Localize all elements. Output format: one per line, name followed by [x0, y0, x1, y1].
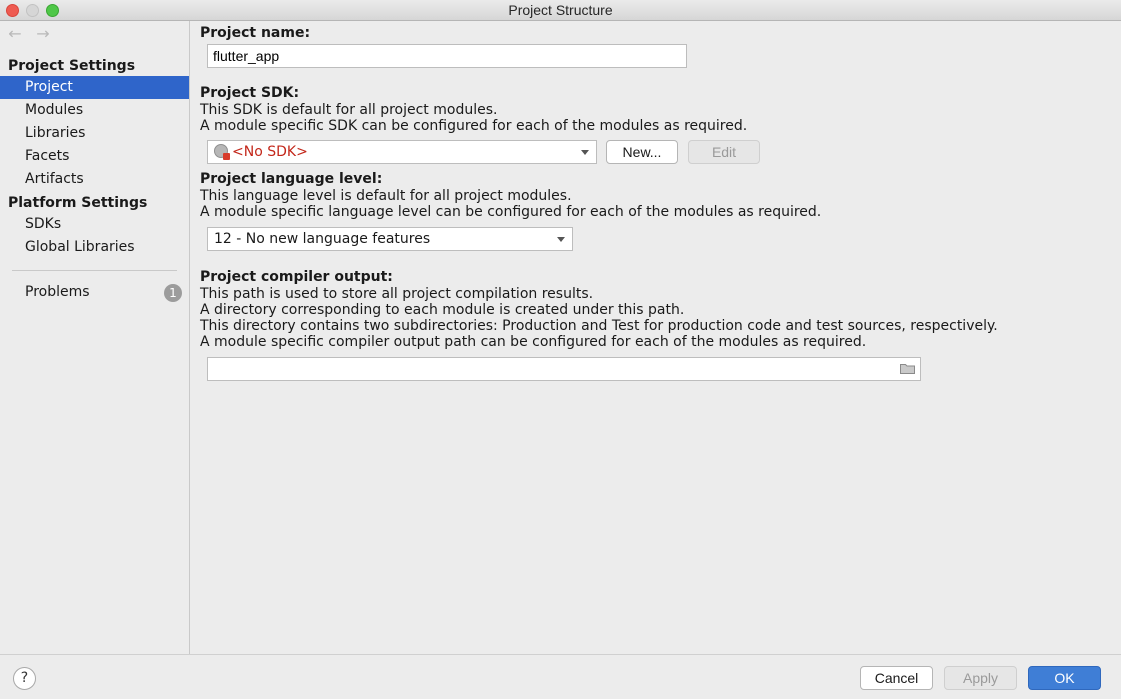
problems-count-badge: 1	[164, 284, 182, 302]
dialog-footer: ? Cancel Apply OK	[0, 654, 1121, 699]
compiler-output-desc-2: A directory corresponding to each module…	[200, 302, 685, 318]
project-sdk-select[interactable]: <No SDK>	[207, 140, 597, 164]
help-button[interactable]: ?	[13, 667, 36, 690]
sidebar-item-facets[interactable]: Facets	[0, 145, 189, 168]
ok-button[interactable]: OK	[1028, 666, 1101, 690]
folder-icon[interactable]	[900, 363, 915, 374]
sdk-missing-icon	[214, 144, 230, 160]
chevron-down-icon	[581, 150, 589, 155]
language-level-desc-2: A module specific language level can be …	[200, 204, 822, 220]
apply-button[interactable]: Apply	[944, 666, 1017, 690]
project-sdk-label: Project SDK:	[200, 85, 300, 101]
project-name-label: Project name:	[200, 25, 311, 41]
new-sdk-button[interactable]: New...	[606, 140, 678, 164]
project-sdk-selected: <No SDK>	[232, 144, 308, 160]
edit-sdk-button[interactable]: Edit	[688, 140, 760, 164]
sidebar-item-artifacts[interactable]: Artifacts	[0, 168, 189, 191]
compiler-output-desc-3: This directory contains two subdirectori…	[200, 318, 998, 334]
sidebar-item-modules[interactable]: Modules	[0, 99, 189, 122]
compiler-output-desc-4: A module specific compiler output path c…	[200, 334, 867, 350]
language-level-label: Project language level:	[200, 171, 383, 187]
window-title: Project Structure	[508, 2, 613, 18]
language-level-selected: 12 - No new language features	[214, 231, 431, 247]
project-name-input[interactable]	[207, 44, 687, 68]
sidebar-divider	[12, 270, 177, 271]
language-level-desc-1: This language level is default for all p…	[200, 188, 572, 204]
sidebar-item-global-libraries[interactable]: Global Libraries	[0, 236, 189, 259]
cancel-button[interactable]: Cancel	[860, 666, 933, 690]
language-level-select[interactable]: 12 - No new language features	[207, 227, 573, 251]
compiler-output-desc-1: This path is used to store all project c…	[200, 286, 594, 302]
project-sdk-desc-2: A module specific SDK can be configured …	[200, 118, 748, 134]
project-sdk-desc-1: This SDK is default for all project modu…	[200, 102, 498, 118]
platform-settings-header: Platform Settings	[8, 195, 148, 211]
chevron-down-icon	[557, 237, 565, 242]
project-settings-header: Project Settings	[8, 58, 136, 74]
sidebar: ← → Project Settings Project Modules Libr…	[0, 21, 190, 654]
sidebar-item-sdks[interactable]: SDKs	[0, 213, 189, 236]
main-panel: Project name: Project SDK: This SDK is d…	[191, 21, 1121, 654]
title-bar: Project Structure	[0, 0, 1121, 21]
sidebar-item-problems[interactable]: Problems	[0, 281, 189, 304]
compiler-output-label: Project compiler output:	[200, 269, 393, 285]
arrow-left-icon[interactable]: ←	[6, 25, 24, 43]
sidebar-item-libraries[interactable]: Libraries	[0, 122, 189, 145]
arrow-right-icon[interactable]: →	[34, 25, 52, 43]
sidebar-item-project[interactable]: Project	[0, 76, 189, 99]
compiler-output-path-input[interactable]	[207, 357, 921, 381]
